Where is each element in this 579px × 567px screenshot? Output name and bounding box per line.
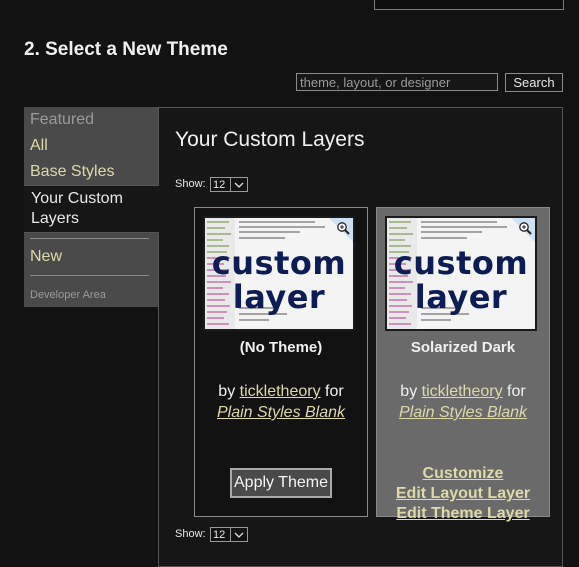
sidebar-divider xyxy=(30,275,149,276)
theme-thumbnail[interactable]: custom layer xyxy=(203,216,355,331)
page-heading: 2. Select a New Theme xyxy=(24,39,228,60)
thumbnail-title-line1: custom xyxy=(211,244,347,282)
edit-layout-layer-link[interactable]: Edit Layout Layer xyxy=(377,485,549,503)
theme-name: (No Theme) xyxy=(239,339,323,356)
layout-link[interactable]: Plain Styles Blank xyxy=(195,404,367,422)
show-label: Show: xyxy=(175,528,206,540)
zoom-icon[interactable] xyxy=(329,218,353,242)
sidebar-divider xyxy=(30,238,149,239)
zoom-icon[interactable] xyxy=(511,218,535,242)
top-field[interactable] xyxy=(374,0,564,10)
by-label: by xyxy=(218,383,236,400)
chevron-down-icon xyxy=(230,178,247,191)
show-count-select[interactable]: 12 xyxy=(210,527,248,542)
author-link[interactable]: tickletheory xyxy=(422,383,503,400)
show-count-value: 12 xyxy=(213,178,226,191)
apply-theme-button[interactable]: Apply Theme xyxy=(230,468,332,498)
by-label: by xyxy=(400,383,418,400)
show-count-select[interactable]: 12 xyxy=(210,177,248,192)
theme-name: Solarized Dark xyxy=(410,339,516,356)
for-label: for xyxy=(325,383,344,400)
sidebar-item-new[interactable]: New xyxy=(30,248,62,266)
section-title: Your Custom Layers xyxy=(175,128,365,151)
thumbnail-title-line2: layer xyxy=(414,278,508,316)
sidebar-item-your-custom-layers[interactable]: Your Custom Layers xyxy=(31,189,155,229)
sidebar-item-developer-area[interactable]: Developer Area xyxy=(30,289,106,301)
theme-credit: by tickletheory for xyxy=(195,383,367,401)
show-label: Show: xyxy=(175,178,206,190)
theme-thumbnail[interactable]: custom layer xyxy=(385,216,537,331)
thumbnail-title-line2: layer xyxy=(232,278,326,316)
theme-card: custom layer (No Theme) by tickletheory … xyxy=(194,207,368,517)
sidebar-item-base-styles[interactable]: Base Styles xyxy=(30,163,114,181)
chevron-down-icon xyxy=(230,528,247,541)
for-label: for xyxy=(507,383,526,400)
show-count-value: 12 xyxy=(213,528,226,541)
sidebar-item-all[interactable]: All xyxy=(30,137,48,155)
author-link[interactable]: tickletheory xyxy=(240,383,321,400)
edit-theme-layer-link[interactable]: Edit Theme Layer xyxy=(377,505,549,523)
search-button[interactable]: Search xyxy=(505,73,563,92)
layout-link[interactable]: Plain Styles Blank xyxy=(377,404,549,422)
search-input[interactable] xyxy=(296,73,498,91)
theme-card: custom layer Solarized Dark by ticklethe… xyxy=(376,207,550,522)
theme-credit: by tickletheory for xyxy=(377,383,549,401)
customize-link[interactable]: Customize xyxy=(377,465,549,483)
thumbnail-title-line1: custom xyxy=(393,244,529,282)
sidebar-item-featured: Featured xyxy=(30,111,95,128)
